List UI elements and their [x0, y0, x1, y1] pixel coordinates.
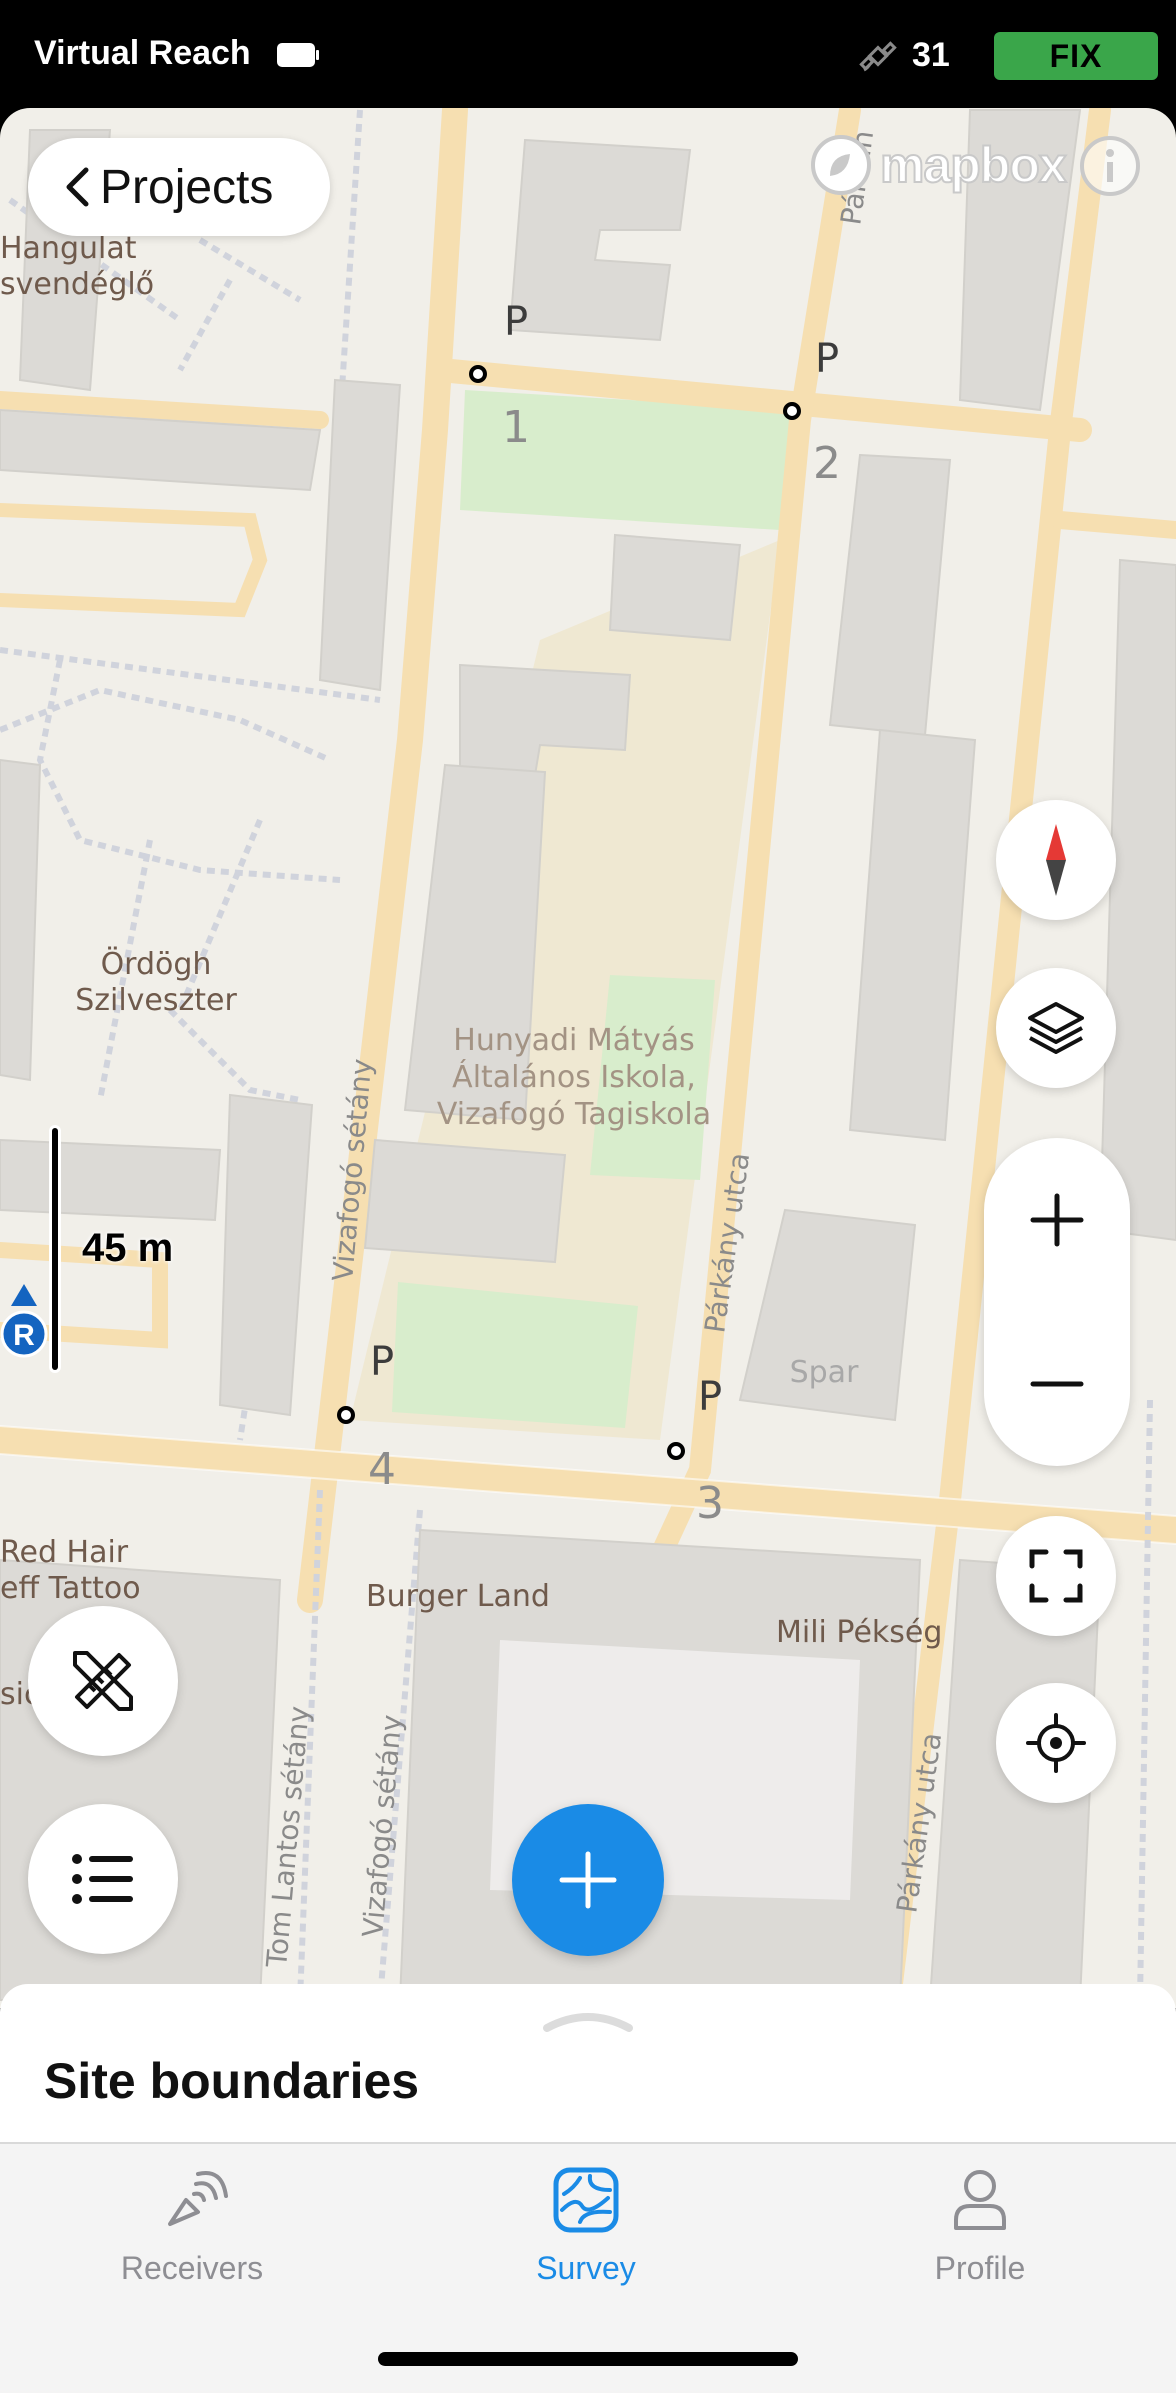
scale-label: 45 m: [82, 1226, 174, 1270]
info-icon[interactable]: [1078, 134, 1142, 198]
poi-label: Red Hair: [0, 1535, 129, 1570]
list-icon: [72, 1854, 133, 1904]
mapbox-logo: mapbox: [808, 132, 1068, 198]
poi-label: Általános Iskola,: [452, 1059, 696, 1095]
zoom-controls: [984, 1138, 1130, 1466]
point-3-number: 3: [696, 1478, 724, 1529]
back-to-projects-button[interactable]: Projects: [28, 138, 330, 236]
target-location-icon: [1026, 1713, 1086, 1773]
compass-icon: [1046, 824, 1066, 896]
layers-button[interactable]: [996, 968, 1116, 1088]
poi-label: svendéglő: [0, 267, 154, 302]
point-4-marker: P: [370, 1339, 394, 1385]
point-4-number: 4: [368, 1444, 396, 1495]
point-2-marker: P: [815, 336, 839, 382]
satellite-icon: [859, 41, 897, 72]
home-indicator: [378, 2352, 798, 2366]
point-1-number: 1: [502, 402, 530, 453]
device-name: Virtual Reach: [34, 34, 251, 72]
ruler-pencil-icon: [73, 1651, 133, 1711]
receiver-icon: [168, 2171, 228, 2226]
point-3-marker: P: [698, 1374, 722, 1420]
poi-label: Szilveszter: [75, 983, 237, 1018]
back-button-label: Projects: [100, 160, 274, 214]
poi-label: Mili Pékség: [776, 1615, 942, 1650]
fit-to-bounds-button[interactable]: [996, 1516, 1116, 1636]
scale-bar: [52, 1128, 58, 1370]
tab-profile[interactable]: Profile: [830, 2164, 1130, 2294]
poi-label: Hunyadi Mátyás: [453, 1023, 694, 1058]
compass-button[interactable]: [996, 800, 1116, 920]
chevron-left-icon: [66, 167, 89, 207]
zoom-in-button[interactable]: [984, 1138, 1130, 1302]
plus-icon: [559, 1851, 617, 1909]
poi-label: Spar: [790, 1355, 859, 1390]
street-label: Párkány utca: [698, 1150, 756, 1334]
profile-icon: [954, 2170, 1006, 2230]
zoom-out-button[interactable]: [984, 1302, 1130, 1466]
tab-label: Profile: [934, 2250, 1026, 2286]
minus-icon: [1030, 1381, 1084, 1387]
battery-icon: [277, 43, 319, 67]
rover-marker[interactable]: R: [0, 1282, 48, 1360]
add-point-button[interactable]: [512, 1804, 664, 1956]
sheet-title: Site boundaries: [44, 2053, 420, 2109]
poi-label: Hangulat: [0, 231, 137, 266]
survey-icon: [553, 2167, 619, 2233]
poi-label: eff Tattoo: [0, 1571, 141, 1606]
rover-label: R: [13, 1319, 35, 1352]
locate-button[interactable]: [996, 1683, 1116, 1803]
tab-label: Receivers: [120, 2250, 264, 2286]
poi-label: Burger Land: [366, 1579, 550, 1614]
fullscreen-icon: [1029, 1549, 1083, 1603]
satellite-count: 31: [912, 36, 950, 74]
street-label: Vizafogó sétány: [356, 1713, 408, 1938]
tab-label: Survey: [536, 2250, 636, 2286]
mapbox-wordmark: mapbox: [879, 136, 1068, 194]
plus-icon: [1030, 1193, 1084, 1247]
measure-tools-button[interactable]: [28, 1606, 178, 1756]
poi-label: Vizafogó Tagiskola: [437, 1097, 711, 1132]
poi-label: Ördögh: [101, 946, 212, 982]
status-bar: Virtual Reach 31 FIX: [0, 0, 1176, 110]
tab-receivers[interactable]: Receivers: [42, 2164, 342, 2294]
layers-icon: [1028, 1002, 1084, 1054]
mapbox-icon: [811, 135, 871, 195]
point-2-number: 2: [813, 438, 841, 489]
tab-survey[interactable]: Survey: [436, 2164, 736, 2294]
sheet-handle-chevron-up-icon[interactable]: [541, 2008, 635, 2034]
point-1-marker: P: [504, 299, 528, 345]
fix-status-badge[interactable]: FIX: [994, 32, 1158, 80]
list-button[interactable]: [28, 1804, 178, 1954]
